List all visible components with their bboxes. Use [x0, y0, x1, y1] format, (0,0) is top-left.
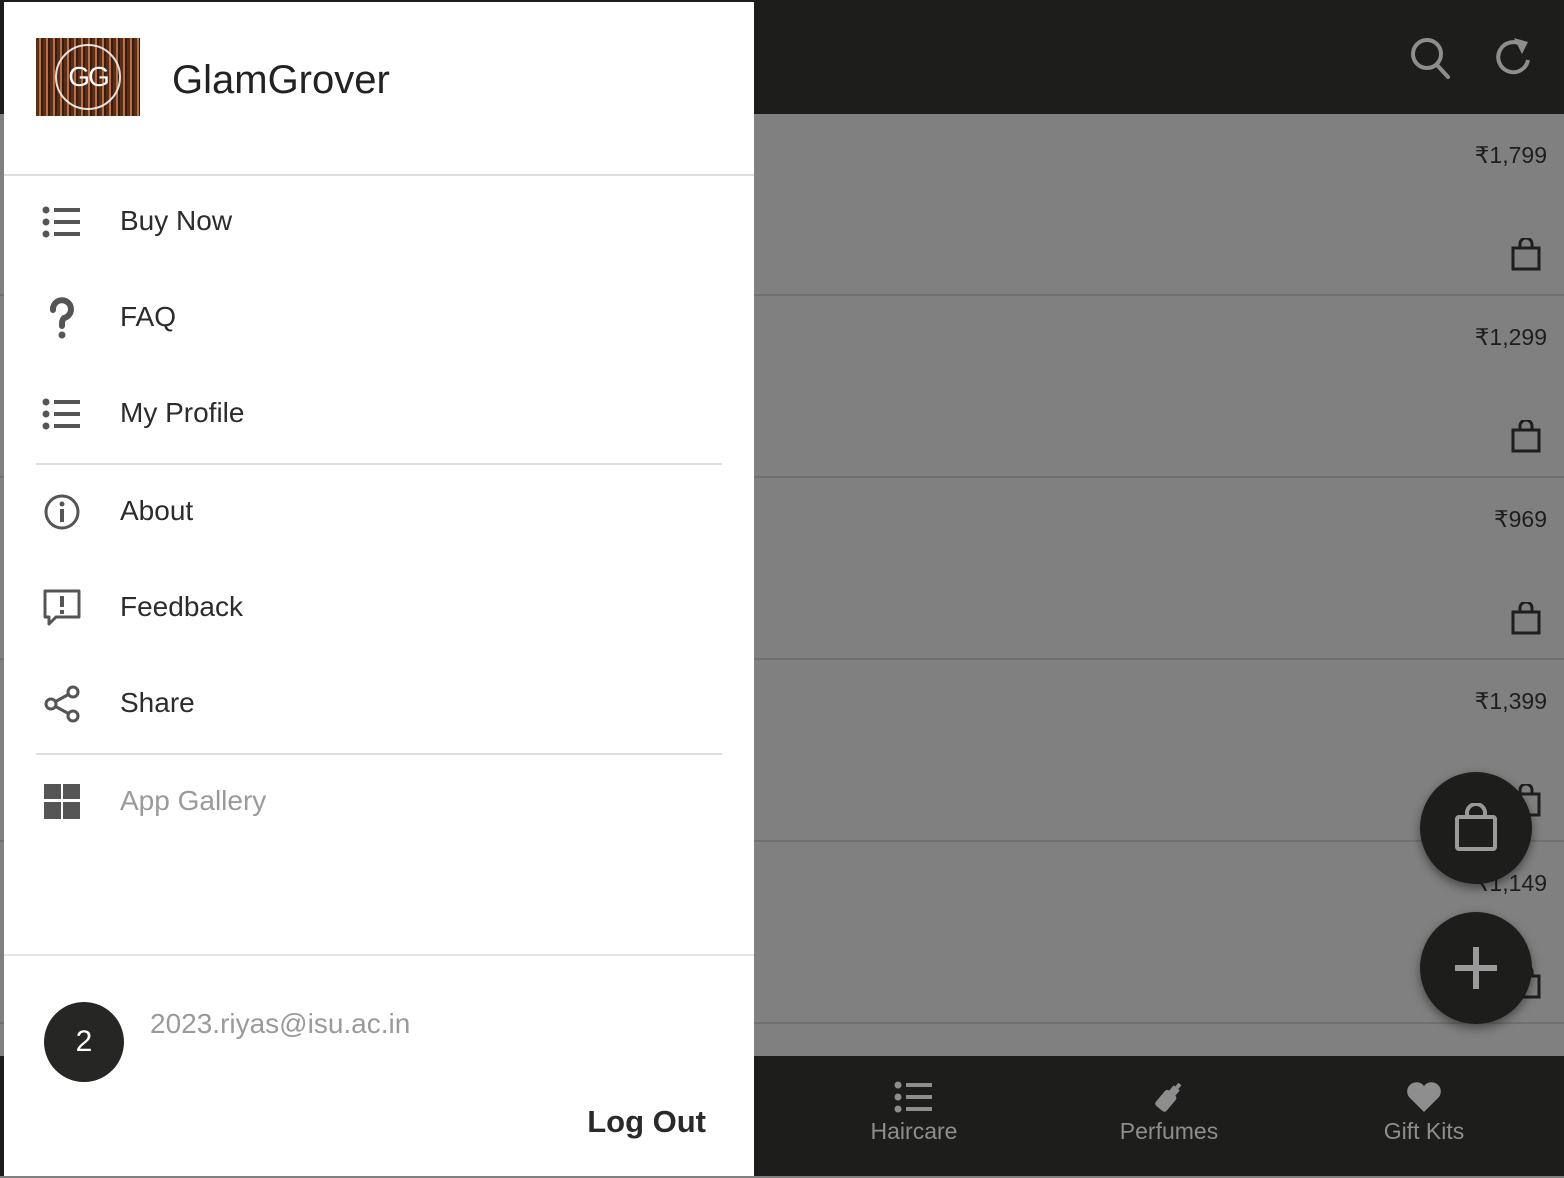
menu-label: Buy Now [120, 205, 233, 236]
refresh-icon[interactable] [1492, 34, 1536, 82]
add-fab[interactable] [1420, 912, 1532, 1024]
search-icon[interactable] [1408, 34, 1452, 82]
product-price: ₹1,399 [1474, 688, 1547, 714]
nav-gift-kits[interactable]: Gift Kits [1314, 1056, 1534, 1176]
list-icon [42, 398, 80, 430]
add-to-bag-icon[interactable] [1510, 238, 1542, 272]
cart-bag-icon [1455, 803, 1497, 851]
logo-monogram: GG [55, 44, 121, 110]
cart-fab[interactable] [1420, 772, 1532, 884]
navigation-drawer: GG GlamGrover Buy Now FAQ My Profile Abo… [4, 2, 754, 1176]
nav-label: Gift Kits [1383, 1118, 1465, 1144]
nav-haircare[interactable]: Haircare [804, 1056, 1024, 1176]
menu-item-faq[interactable]: FAQ [4, 270, 754, 366]
nav-label: Perfumes [1119, 1118, 1219, 1144]
menu-label: App Gallery [120, 785, 267, 816]
product-price: ₹1,799 [1474, 142, 1547, 168]
drawer-header: GG GlamGrover [4, 2, 754, 176]
menu-item-feedback[interactable]: Feedback [4, 560, 754, 656]
list-icon [42, 206, 80, 238]
nav-label: Haircare [870, 1118, 958, 1144]
menu-label: My Profile [120, 397, 245, 428]
menu-label: Share [120, 687, 195, 718]
feedback-icon [43, 589, 81, 626]
app-name: GlamGrover [172, 58, 390, 102]
product-price: ₹969 [1493, 506, 1547, 532]
app-gallery-icon [44, 784, 80, 819]
info-icon [44, 494, 80, 530]
nav-perfumes[interactable]: Perfumes [1059, 1056, 1279, 1176]
menu-item-about[interactable]: About [4, 464, 754, 560]
menu-item-app-gallery[interactable]: App Gallery [4, 754, 754, 850]
share-icon [44, 685, 80, 723]
perfume-bottle-icon [1155, 1082, 1182, 1112]
add-to-bag-icon[interactable] [1510, 420, 1542, 454]
user-email: 2023.riyas@isu.ac.in [150, 1008, 411, 1039]
app-logo: GG [36, 38, 140, 116]
menu-item-buy-now[interactable]: Buy Now [4, 174, 754, 270]
question-mark-icon [50, 297, 74, 339]
drawer-footer: 2 2023.riyas@isu.ac.in Log Out [4, 954, 754, 1178]
menu-label: FAQ [120, 301, 177, 332]
menu-label: Feedback [120, 591, 243, 622]
product-price: ₹1,299 [1474, 324, 1547, 350]
avatar[interactable]: 2 [44, 1002, 124, 1082]
list-icon [894, 1081, 932, 1113]
add-to-bag-icon[interactable] [1510, 602, 1542, 636]
add-icon [1455, 947, 1497, 989]
menu-item-share[interactable]: Share [4, 656, 754, 752]
menu-label: About [120, 495, 194, 526]
menu-item-my-profile[interactable]: My Profile [4, 366, 754, 462]
logout-button[interactable]: Log Out [587, 1104, 706, 1140]
heart-icon [1407, 1082, 1441, 1112]
